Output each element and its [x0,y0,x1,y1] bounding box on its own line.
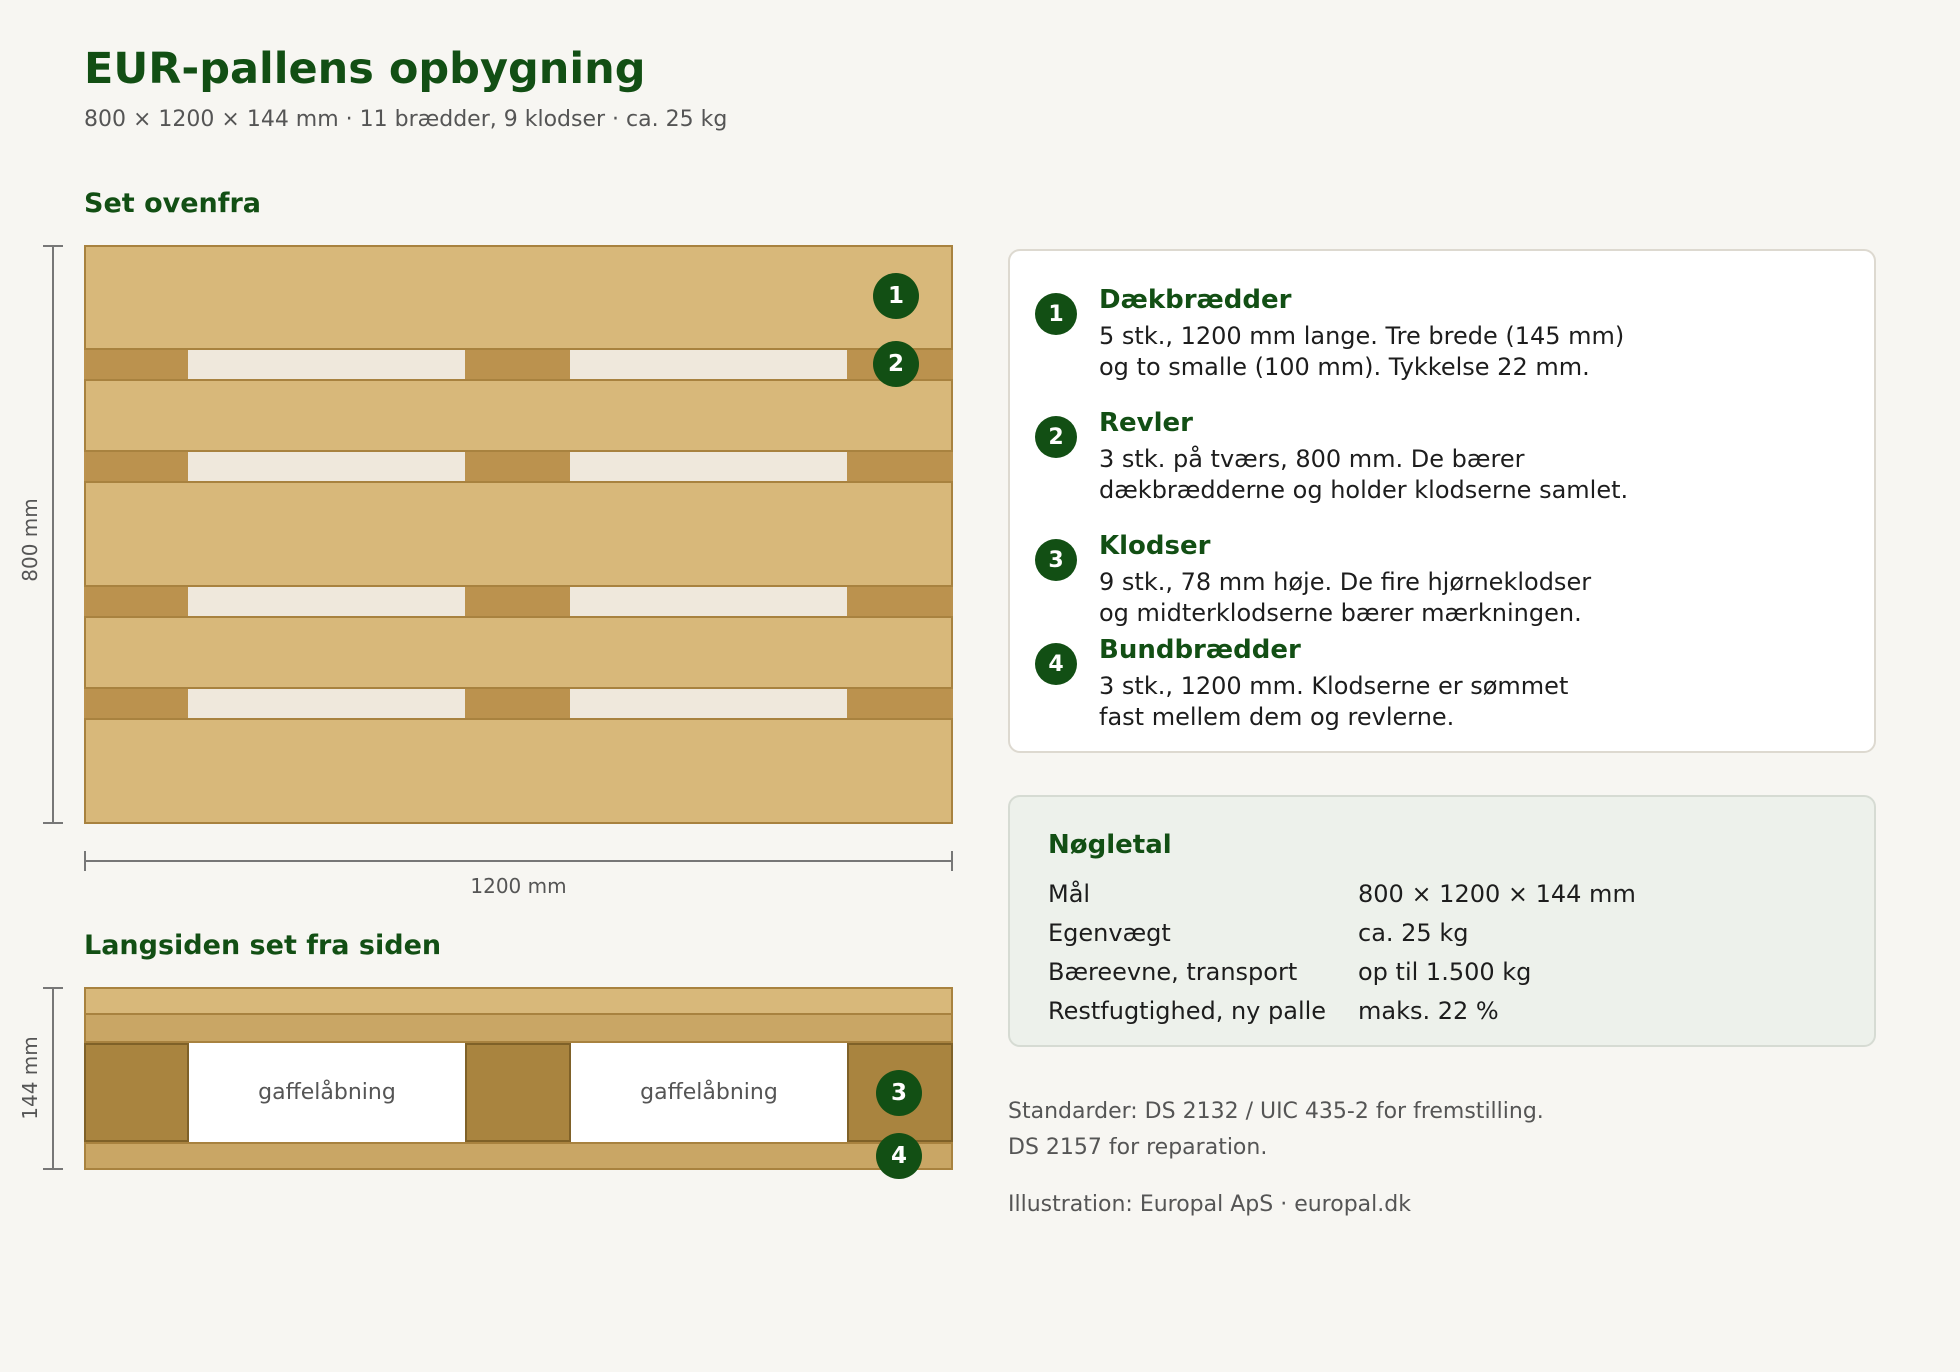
legend-2-badge: 2 [1035,416,1077,458]
stringer-block [84,689,188,718]
page-title: EUR-pallens opbygning [84,44,646,94]
fork-opening: gaffelåbning [571,1043,847,1142]
standards-note-line2: DS 2157 for reparation. [1008,1135,1268,1160]
pallet-side-view: gaffelåbning gaffelåbning 3 4 [84,987,953,1179]
stringer-row [84,350,953,379]
board-gap [188,587,465,616]
board-gap [570,350,847,379]
block [465,1043,571,1142]
legend-4-line2: fast mellem dem og revlerne. [1099,703,1455,731]
board-gap [188,452,465,481]
credit-note: Illustration: Europal ApS · europal.dk [1008,1192,1411,1217]
dimension-tick [43,245,63,247]
legend-card: 1 Dækbrædder 5 stk., 1200 mm lange. Tre … [1008,249,1876,753]
board-gap [188,350,465,379]
fact-value: maks. 22 % [1358,997,1499,1025]
stringer-block [465,452,570,481]
stringer-block [84,587,188,616]
deck-board [84,379,953,452]
stringer-side [84,1015,953,1043]
board-gap [570,689,847,718]
block [84,1043,189,1142]
fact-value: 800 × 1200 × 144 mm [1358,880,1636,908]
stringer-block [465,689,570,718]
bottom-board-side [84,1142,953,1170]
fact-label: Mål [1048,880,1091,908]
legend-3-line2: og midterklodserne bærer mærkningen. [1099,599,1582,627]
width-dimension-line [84,860,953,862]
dimension-tick [84,851,86,871]
pallet-top-view: 1 2 [84,245,953,824]
page-subtitle: 800 × 1200 × 144 mm · 11 brædder, 9 klod… [84,107,728,132]
legend-4-title: Bundbrædder [1099,635,1301,665]
marker-4-badge: 4 [876,1133,922,1179]
side-height-dimension-label: 144 mm [18,1036,42,1120]
dimension-tick [43,1168,63,1170]
legend-3-badge: 3 [1035,539,1077,581]
fork-opening: gaffelåbning [189,1043,465,1142]
stringer-row [84,689,953,718]
stringer-row [84,587,953,616]
key-figures-card: Nøgletal Mål 800 × 1200 × 144 mm Egenvæg… [1008,795,1876,1047]
deck-board [84,245,953,350]
deck-board [84,718,953,824]
deck-board-side [84,987,953,1015]
stringer-block [847,587,953,616]
legend-2-line1: 3 stk. på tværs, 800 mm. De bærer [1099,445,1525,473]
legend-1-title: Dækbrædder [1099,285,1292,315]
stringer-block [465,350,570,379]
standards-note-line1: Standarder: DS 2132 / UIC 435-2 for frem… [1008,1099,1544,1124]
legend-1-line2: og to smalle (100 mm). Tykkelse 22 mm. [1099,353,1590,381]
legend-2-line2: dækbrædderne og holder klodserne samlet. [1099,476,1629,504]
width-dimension-label: 1200 mm [470,874,567,898]
stringer-block [84,350,188,379]
dimension-tick [951,851,953,871]
marker-2-badge: 2 [873,341,919,387]
key-figures-title: Nøgletal [1048,830,1172,860]
legend-3-title: Klodser [1099,531,1211,561]
deck-board [84,616,953,689]
height-dimension-label: 800 mm [18,498,42,582]
top-view-heading: Set ovenfra [84,188,262,219]
fact-value: op til 1.500 kg [1358,958,1532,986]
stringer-row [84,452,953,481]
legend-4-line1: 3 stk., 1200 mm. Klodserne er sømmet [1099,672,1569,700]
stringer-block [847,452,953,481]
stringer-block [847,689,953,718]
fact-label: Restfugtighed, ny palle [1048,997,1327,1025]
dimension-tick [43,987,63,989]
stringer-block [465,587,570,616]
dimension-tick [43,822,63,824]
legend-4-badge: 4 [1035,643,1077,685]
fact-value: ca. 25 kg [1358,919,1469,947]
legend-3-line1: 9 stk., 78 mm høje. De fire hjørneklodse… [1099,568,1592,596]
marker-1-badge: 1 [873,273,919,319]
stringer-block [84,452,188,481]
board-gap [188,689,465,718]
legend-2-title: Revler [1099,408,1193,438]
fact-label: Egenvægt [1048,919,1171,947]
board-gap [570,452,847,481]
legend-1-line1: 5 stk., 1200 mm lange. Tre brede (145 mm… [1099,322,1625,350]
fact-label: Bæreevne, transport [1048,958,1298,986]
legend-1-badge: 1 [1035,293,1077,335]
marker-3-badge: 3 [876,1070,922,1116]
board-gap [570,587,847,616]
side-view-heading: Langsiden set fra siden [84,930,442,961]
deck-board [84,481,953,587]
